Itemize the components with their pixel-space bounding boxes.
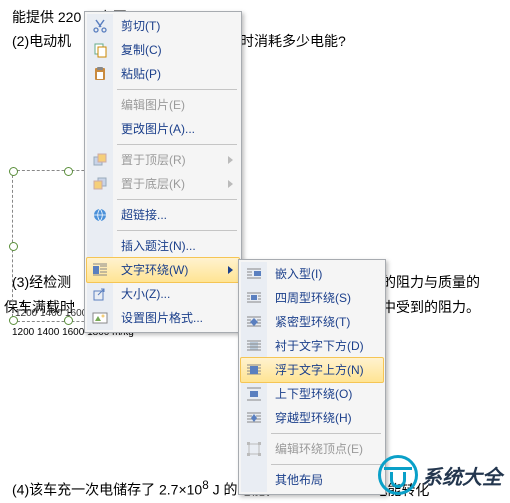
text-wrap-submenu: 嵌入型(I) 四周型环绕(S) 紧密型环绕(T) 衬于文字下方(D) 浮于文字上… bbox=[238, 259, 386, 495]
watermark-logo: 系统大全 bbox=[378, 455, 502, 495]
paste-icon bbox=[92, 66, 108, 82]
submenu-arrow-icon bbox=[228, 156, 233, 164]
wrap-through-icon bbox=[246, 410, 262, 426]
resize-handle-icon[interactable] bbox=[9, 242, 18, 251]
send-back-icon bbox=[92, 176, 108, 192]
menu-label: 置于底层(K) bbox=[121, 177, 185, 191]
wrap-inline[interactable]: 嵌入型(I) bbox=[241, 262, 383, 286]
wrap-square[interactable]: 四周型环绕(S) bbox=[241, 286, 383, 310]
menu-label: 编辑图片(E) bbox=[121, 98, 185, 112]
context-menu: 剪切(T) 复制(C) 粘贴(P) 编辑图片(E) 更改图片(A)... 置于顶… bbox=[84, 11, 242, 333]
menu-label: 四周型环绕(S) bbox=[275, 291, 351, 305]
menu-text-wrapping[interactable]: 文字环绕(W) bbox=[86, 257, 240, 283]
logo-text: 系统大全 bbox=[422, 461, 502, 490]
size-icon bbox=[92, 286, 108, 302]
axis-tick: 1400 bbox=[40, 308, 62, 319]
menu-label: 超链接... bbox=[121, 208, 167, 222]
menu-label: 大小(Z)... bbox=[121, 287, 170, 301]
menu-label: 编辑环绕顶点(E) bbox=[275, 442, 363, 456]
menu-label: 插入题注(N)... bbox=[121, 239, 196, 253]
axis-tick: 1200 bbox=[15, 308, 37, 319]
wrap-inline-icon bbox=[246, 266, 262, 282]
menu-label: 嵌入型(I) bbox=[275, 267, 322, 281]
wrap-topbottom-icon bbox=[246, 386, 262, 402]
menu-copy[interactable]: 复制(C) bbox=[87, 38, 239, 62]
menu-format-picture[interactable]: 设置图片格式... bbox=[87, 306, 239, 330]
wrap-behind-text[interactable]: 衬于文字下方(D) bbox=[241, 334, 383, 358]
hyperlink-icon bbox=[92, 207, 108, 223]
wrap-through[interactable]: 穿越型环绕(H) bbox=[241, 406, 383, 430]
wrap-behind-icon bbox=[246, 338, 262, 354]
menu-label: 文字环绕(W) bbox=[121, 263, 188, 277]
menu-edit-picture: 编辑图片(E) bbox=[87, 93, 239, 117]
copy-icon bbox=[92, 42, 108, 58]
resize-handle-icon[interactable] bbox=[9, 167, 18, 176]
format-picture-icon bbox=[92, 310, 108, 326]
menu-label: 衬于文字下方(D) bbox=[275, 339, 364, 353]
menu-separator bbox=[271, 433, 381, 434]
wrap-tight[interactable]: 紧密型环绕(T) bbox=[241, 310, 383, 334]
menu-paste[interactable]: 粘贴(P) bbox=[87, 62, 239, 86]
bring-front-icon bbox=[92, 152, 108, 168]
doc-line-2b: 时消耗多少电能? bbox=[240, 30, 346, 52]
menu-label: 复制(C) bbox=[121, 43, 162, 57]
menu-separator bbox=[117, 144, 237, 145]
menu-separator bbox=[117, 199, 237, 200]
menu-label: 穿越型环绕(H) bbox=[275, 411, 352, 425]
wrap-top-bottom[interactable]: 上下型环绕(O) bbox=[241, 382, 383, 406]
wrap-square-icon bbox=[246, 290, 262, 306]
menu-label: 设置图片格式... bbox=[121, 311, 203, 325]
wrap-front-icon bbox=[246, 362, 262, 378]
menu-insert-caption[interactable]: 插入题注(N)... bbox=[87, 234, 239, 258]
menu-label: 其他布局 bbox=[275, 473, 323, 487]
menu-separator bbox=[117, 89, 237, 90]
resize-handle-icon[interactable] bbox=[64, 167, 73, 176]
cut-icon bbox=[92, 18, 108, 34]
submenu-arrow-icon bbox=[228, 180, 233, 188]
menu-separator bbox=[271, 464, 381, 465]
doc-line-3b: 的阻力与质量的 bbox=[382, 271, 480, 293]
menu-label: 浮于文字上方(N) bbox=[275, 363, 364, 377]
logo-icon bbox=[378, 455, 418, 495]
menu-size[interactable]: 大小(Z)... bbox=[87, 282, 239, 306]
menu-label: 置于顶层(R) bbox=[121, 153, 186, 167]
menu-separator bbox=[117, 230, 237, 231]
doc-line-2a: (2)电动机 bbox=[12, 30, 71, 52]
menu-bring-to-front: 置于顶层(R) bbox=[87, 148, 239, 172]
menu-label: 粘贴(P) bbox=[121, 67, 161, 81]
doc-line-4b: 中受到的阻力。 bbox=[382, 296, 480, 318]
menu-cut[interactable]: 剪切(T) bbox=[87, 14, 239, 38]
wrap-in-front-of-text[interactable]: 浮于文字上方(N) bbox=[240, 357, 384, 383]
menu-label: 上下型环绕(O) bbox=[275, 387, 352, 401]
wrap-edit-points: 编辑环绕顶点(E) bbox=[241, 437, 383, 461]
wrap-more-layout[interactable]: 其他布局 bbox=[241, 468, 383, 492]
wrap-tight-icon bbox=[246, 314, 262, 330]
menu-label: 剪切(T) bbox=[121, 19, 160, 33]
menu-change-picture[interactable]: 更改图片(A)... bbox=[87, 117, 239, 141]
menu-send-to-back: 置于底层(K) bbox=[87, 172, 239, 196]
text-wrap-icon bbox=[92, 262, 108, 278]
menu-label: 更改图片(A)... bbox=[121, 122, 195, 136]
submenu-arrow-icon bbox=[228, 266, 233, 274]
menu-label: 紧密型环绕(T) bbox=[275, 315, 350, 329]
menu-hyperlink[interactable]: 超链接... bbox=[87, 203, 239, 227]
edit-points-icon bbox=[246, 441, 262, 457]
